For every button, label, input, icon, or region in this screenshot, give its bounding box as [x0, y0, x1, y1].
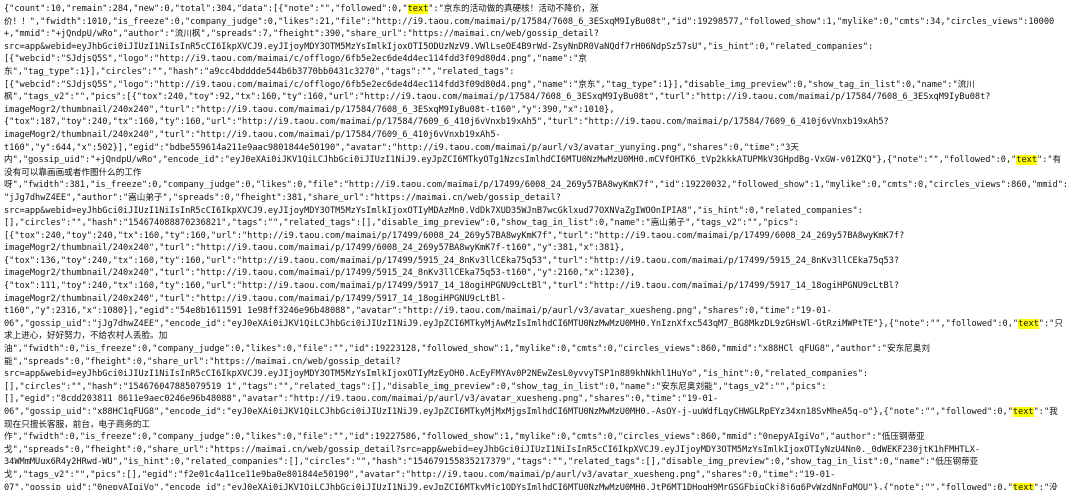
json-line: [{"webcid":"SJdjsQ5S","logo":"http://i9.…: [4, 54, 587, 65]
json-line: [],"circles":"","hash":"1546740888702368…: [4, 218, 799, 229]
json-line: 求上进心，好好努力，不给农村人丢脸。加: [4, 331, 168, 342]
json-line: 枫","tags_v2":"","pics":[{"tox":240,"toy"…: [4, 92, 991, 103]
json-line: 07","gossip_uid":"0nepyAIgiVo","encode_i…: [4, 482, 1058, 490]
json-line: 戈","spreads":0,"fheight":0,"share_url":"…: [4, 444, 981, 455]
raw-json-text: {"count":10,"remain":284,"new":0,"total"…: [4, 3, 1076, 490]
search-highlight: text: [1012, 407, 1034, 417]
json-line: 价！！","fwidth":1010,"is_freeze":0,"compan…: [4, 16, 1055, 27]
json-line: +,"mmid":"+jQndpU/wRo","author":"流川枫","s…: [4, 29, 599, 40]
json-line: 油","fwidth":0,"is_freeze":0,"company_jud…: [4, 344, 930, 355]
json-line: 呀","fwidth":381,"is_freeze":0,"company_j…: [4, 180, 1069, 191]
json-line: [],"circles":"","hash":"1546760478850795…: [4, 381, 827, 392]
json-line: {"tox":187,"toy":240,"tx":160,"ty":160,"…: [4, 117, 889, 128]
json-line: 能","spreads":0,"fheight":0,"share_url":"…: [4, 356, 401, 367]
json-line: t160","y":2316,"x":1080}],"egid":"54e8b1…: [4, 306, 832, 317]
json-line: src=app&webid=eyJhbGci0iJIUzI1NiIsInR5cC…: [4, 205, 863, 216]
json-line: [{"webcid":"SJdjsQ5S","logo":"http://i9.…: [4, 79, 975, 90]
json-line: 34WMmMUux6R4y2HRwd-WU","is_hint":0,"rela…: [4, 457, 979, 468]
json-line: src=app&webid=eyJhbGci0iJIUzI1NiIsInR5cC…: [4, 41, 874, 52]
json-line: {"count":10,"remain":284,"new":0,"total"…: [4, 4, 599, 14]
json-line: 没有可以靠画画或者作图什么的工作: [4, 167, 142, 178]
raw-json-viewer[interactable]: {"count":10,"remain":284,"new":0,"total"…: [0, 0, 1080, 490]
json-line: 06","gossip_uid":"jJg7dhwZ4EE","encode_i…: [4, 318, 1063, 329]
json-line: "jJg7dhwZ4EE","author":"嵩山弟子","spreads":…: [4, 192, 561, 203]
json-line: src=app&webid=eyJhbGci0iJIUzI1NiIsInR5cC…: [4, 369, 869, 380]
json-line: imageMogr2/thumbnail/240x240","turl":"ht…: [4, 243, 625, 254]
json-line: [],"egid":"8cdd203811 8611e9aec0246e96b4…: [4, 394, 718, 405]
json-line: 作","fwidth":0,"is_freeze":0,"company_jud…: [4, 432, 925, 443]
search-highlight: text: [1018, 318, 1039, 329]
json-line: 现在只擅长客服，前台，电子商务的工: [4, 419, 151, 430]
json-line: 06","gossip_uid":"x88HC1qFUG8","encode_i…: [4, 407, 1058, 417]
json-line: t160","y":644,"x":502}],"egid":"bdbe5596…: [4, 142, 800, 153]
json-line: 东","tag_type":1}],"circles":"","hash":"a…: [4, 66, 515, 77]
search-highlight: text: [407, 4, 429, 14]
json-line: {"tox":111,"toy":240,"tx":160,"ty":160,"…: [4, 281, 900, 292]
search-highlight: text: [1016, 155, 1038, 166]
search-highlight: text: [1012, 482, 1034, 490]
json-line: {"tox":136,"toy":240,"tx":160,"ty":160,"…: [4, 255, 900, 266]
json-line: 戈","tags_v2":"","pics":[],"egid":"f2e01c…: [4, 469, 836, 480]
json-line: imageMogr2/thumbnail/240x240","turl":"ht…: [4, 293, 506, 304]
json-line: imageMogr2/thumbnail/240x240","turl":"ht…: [4, 268, 636, 279]
json-line: imageMogr2/thumbnail/240x240","turl":"ht…: [4, 129, 501, 140]
json-line: 内","gossip_uid":"+jQndpU/wRo","encode_id…: [4, 155, 1062, 166]
json-line: imageMogr2/thumbnail/240x240","turl":"ht…: [4, 104, 615, 115]
json-line: [{"tox":240,"toy":240,"tx":160,"ty":160,…: [4, 230, 905, 241]
